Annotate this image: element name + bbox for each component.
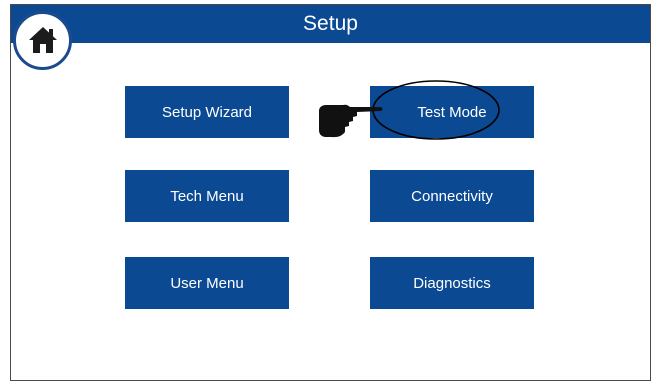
page-title: Setup (303, 12, 358, 35)
tech-menu-button[interactable]: Tech Menu (125, 170, 289, 222)
connectivity-button[interactable]: Connectivity (370, 170, 534, 222)
user-menu-button[interactable]: User Menu (125, 257, 289, 309)
home-icon (29, 27, 57, 53)
setup-wizard-button[interactable]: Setup Wizard (125, 86, 289, 138)
setup-screen: Setup Setup Wizard Test Mode Tech Menu C… (10, 4, 651, 381)
header-bar: Setup (11, 5, 650, 43)
home-button[interactable] (13, 11, 72, 70)
diagnostics-button[interactable]: Diagnostics (370, 257, 534, 309)
test-mode-button[interactable]: Test Mode (370, 86, 534, 138)
